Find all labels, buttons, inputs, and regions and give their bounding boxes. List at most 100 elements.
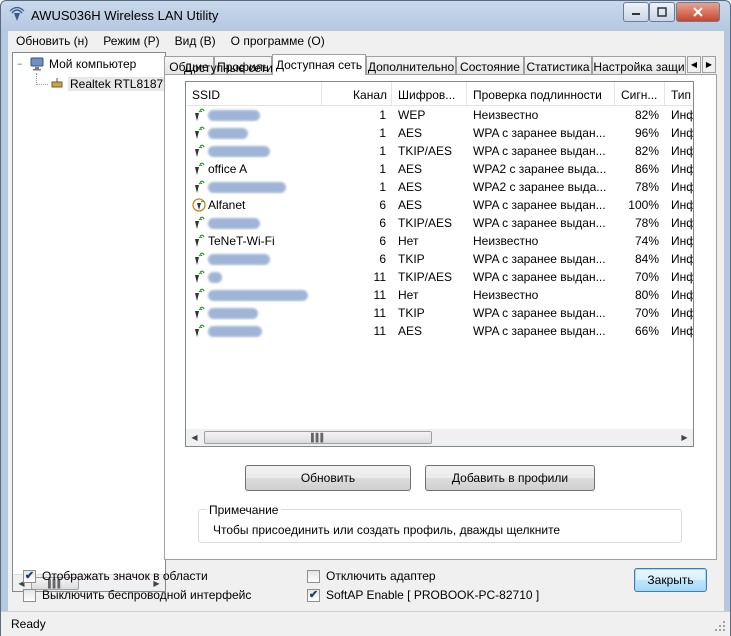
tab-statistics[interactable]: Статистика	[524, 56, 592, 75]
checkbox-tray-icon-box[interactable]: ✔	[23, 569, 36, 583]
redacted-ssid	[208, 109, 260, 121]
tree-root[interactable]: − Мой компьютер	[17, 55, 136, 73]
channel-cell: 11	[373, 270, 386, 284]
auth-cell: Неизвестно	[473, 288, 539, 302]
redacted-ssid	[208, 325, 262, 337]
refresh-button[interactable]: Обновить	[245, 465, 411, 491]
list-item[interactable]: 6 TKIP WPA с заранее выдан... 84% Инф	[186, 250, 693, 268]
tree-root-label: Мой компьютер	[49, 57, 137, 71]
ssid-cell	[186, 306, 322, 321]
tree-adapter[interactable]: Realtek RTL8187	[49, 75, 166, 93]
type-cell: Инф	[671, 144, 694, 158]
close-window-button[interactable]	[676, 2, 720, 22]
list-item[interactable]: 1 TKIP/AES WPA с заранее выдан... 82% Инф	[186, 142, 694, 160]
softap-label: SoftAP Enable [ PROBOOK-PC-82710 ]	[326, 588, 540, 602]
column-encryption[interactable]: Шифров...	[392, 82, 467, 106]
device-tree[interactable]: − Мой компьютер Realtek RTL8187 ◀ ▌▌▌ ▶	[12, 52, 166, 592]
column-authentication[interactable]: Проверка подлинности	[467, 82, 615, 106]
column-channel[interactable]: Канал	[322, 82, 392, 106]
channel-cell: 1	[379, 162, 386, 176]
computer-icon	[30, 57, 44, 71]
minimize-icon	[632, 13, 640, 15]
auth-cell: WPA с заранее выдан...	[473, 324, 606, 338]
checkbox-disable-adapter-box[interactable]	[307, 569, 320, 583]
column-type[interactable]: Тип	[665, 82, 693, 106]
auth-cell: WPA с заранее выдан...	[473, 252, 606, 266]
softap-checkbox[interactable]: ✔ SoftAP Enable [ PROBOOK-PC-82710 ]	[307, 588, 539, 602]
list-item[interactable]: 11 TKIP WPA с заранее выдан... 70% Инф	[186, 304, 694, 322]
auth-cell: WPA с заранее выдан...	[473, 270, 606, 284]
tray-icon-checkbox[interactable]: ✔ Отображать значок в области	[23, 569, 208, 583]
checkbox-softap-box[interactable]: ✔	[307, 588, 320, 602]
collapse-icon[interactable]: −	[17, 59, 27, 69]
tab-status[interactable]: Состояние	[456, 56, 524, 75]
menu-refresh[interactable]: Обновить (н)	[8, 31, 95, 51]
redacted-ssid	[208, 217, 260, 229]
type-cell: Инф	[671, 270, 694, 284]
maximize-icon	[657, 7, 667, 17]
checkbox-disable-wireless-box[interactable]	[23, 588, 36, 602]
disable-adapter-checkbox[interactable]: Отключить адаптер	[307, 569, 436, 583]
tab-scroll-right-icon[interactable]: ▶	[702, 56, 716, 73]
redacted-ssid	[208, 253, 270, 265]
type-cell: Инф	[671, 108, 694, 122]
signal-cell: 100%	[628, 198, 659, 212]
list-item[interactable]: Alfanet 6 AES WPA с заранее выдан... 100% Инф	[186, 196, 693, 214]
auth-cell: WPA с заранее выдан...	[473, 306, 606, 320]
window-title: AWUS036H Wireless LAN Utility	[31, 8, 219, 23]
signal-antenna-icon	[195, 235, 205, 248]
add-to-profiles-button[interactable]: Добавить в профили	[425, 465, 595, 491]
ssid-text: Alfanet	[208, 197, 246, 212]
ssid-cell	[186, 324, 322, 339]
list-item[interactable]: 11 AES WPA с заранее выдан... 66% Инф	[186, 322, 693, 340]
signal-cell: 82%	[634, 108, 659, 122]
redacted-ssid	[208, 181, 286, 193]
column-signal[interactable]: Сигн...	[615, 82, 665, 106]
channel-cell: 11	[373, 306, 386, 320]
auth-cell: Неизвестно	[473, 108, 539, 122]
encryption-cell: Нет	[398, 288, 419, 302]
tab-security[interactable]: Настройка защи	[592, 56, 686, 75]
ssid-cell	[186, 216, 322, 231]
encryption-cell: TKIP/AES	[398, 216, 453, 230]
list-item[interactable]: 1 AES WPA с заранее выдан... 96% Инф	[186, 124, 693, 142]
signal-cell: 86%	[634, 162, 659, 176]
redacted-ssid	[208, 145, 270, 157]
title-bar[interactable]: AWUS036H Wireless LAN Utility	[1, 1, 730, 31]
encryption-cell: AES	[398, 126, 423, 140]
signal-cell: 70%	[634, 306, 659, 320]
wifi-app-icon	[9, 7, 25, 21]
tab-advanced[interactable]: Дополнительно	[366, 56, 456, 75]
list-item[interactable]: TeNeT-Wi-Fi 6 Нет Неизвестно 74% Инф	[186, 232, 693, 250]
list-item[interactable]: 11 Нет Неизвестно 80% Инф	[186, 286, 693, 304]
list-item[interactable]: office A 1 AES WPA2 с заранее выда... 86% Инф	[186, 160, 693, 178]
tab-available-network[interactable]: Доступная сеть	[272, 54, 366, 75]
list-item[interactable]: 11 TKIP/AES WPA с заранее выдан... 70% Инф	[186, 268, 694, 286]
menu-about[interactable]: О программе (O)	[223, 31, 332, 51]
scroll-thumb[interactable]: ▌▌▌	[204, 431, 432, 444]
list-item[interactable]: 6 TKIP/AES WPA с заранее выдан... 78% Инф	[186, 214, 694, 232]
ssid-cell	[186, 108, 322, 123]
encryption-cell: TKIP	[398, 252, 425, 266]
close-button[interactable]: Закрыть	[634, 568, 707, 592]
maximize-button[interactable]	[649, 2, 675, 22]
minimize-button[interactable]	[623, 2, 649, 22]
disable-adapter-label: Отключить адаптер	[326, 569, 436, 583]
encryption-cell: AES	[398, 180, 423, 194]
type-cell: Инф	[671, 306, 694, 320]
disable-wireless-checkbox[interactable]: Выключить беспроводной интерфейс	[23, 588, 251, 602]
resize-grip-icon[interactable]	[714, 620, 726, 632]
channel-cell: 1	[379, 144, 386, 158]
column-ssid[interactable]: SSID	[186, 82, 322, 106]
type-cell: Инф	[671, 180, 694, 194]
tab-scroll-left-icon[interactable]: ◀	[687, 56, 701, 73]
menu-view[interactable]: Вид (B)	[167, 31, 223, 51]
list-horizontal-scrollbar[interactable]: ◀ ▌▌▌ ▶	[186, 429, 693, 446]
type-cell: Инф	[671, 216, 694, 230]
menu-mode[interactable]: Режим (P)	[95, 31, 166, 51]
scroll-left-icon[interactable]: ◀	[186, 429, 203, 446]
list-item[interactable]: 1 WEP Неизвестно 82% Инф	[186, 106, 694, 124]
scroll-right-icon[interactable]: ▶	[676, 429, 693, 446]
networks-list[interactable]: SSID Канал Шифров... Проверка подлинност…	[185, 81, 694, 447]
list-item[interactable]: 1 AES WPA2 с заранее выда... 78% Инф	[186, 178, 694, 196]
